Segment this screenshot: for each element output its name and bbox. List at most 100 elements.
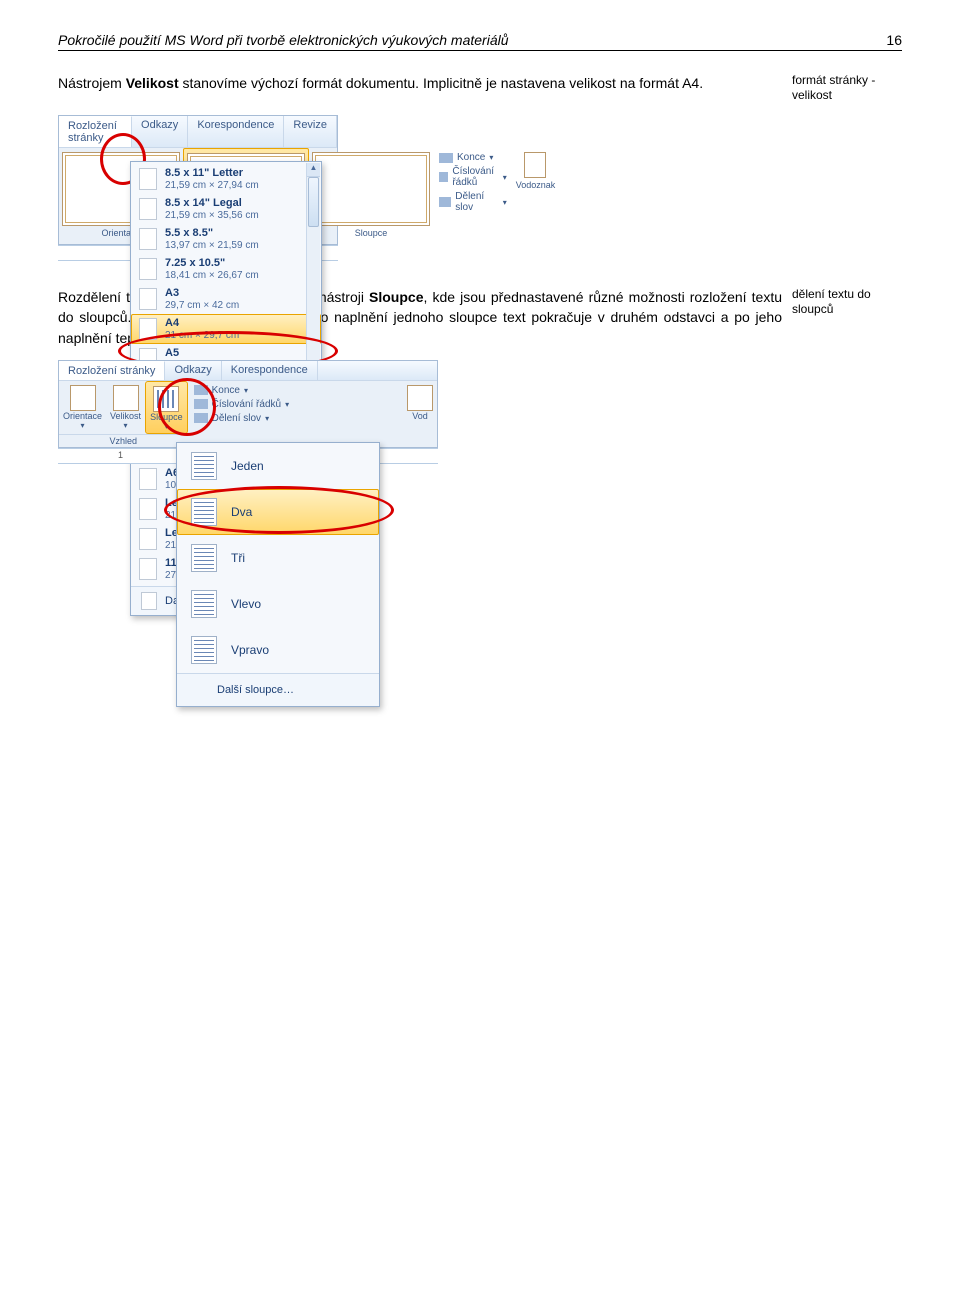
size-item-a3[interactable]: A329,7 cm × 42 cm [131,284,321,314]
size-dim: 21 cm × 29,7 cm [165,330,239,341]
group-vzhled: Vzhled [59,434,188,447]
tab-revize[interactable]: Revize [284,116,337,147]
size-name: 5.5 x 8.5" [165,227,259,239]
columns-label: Sloupce [150,412,183,422]
breaks-icon [194,385,208,395]
btn-cislovani-2[interactable]: Číslování řádků ▾ [194,399,397,410]
breaks-icon [439,153,453,163]
col-more-icon [189,680,207,700]
col-one-label: Jeden [231,459,264,473]
line-numbers-icon [194,399,208,409]
col-three-label: Tři [231,551,245,565]
hyphenation-label: Dělení slov [212,413,261,424]
para1-t1: Nástrojem [58,75,126,91]
tab-korespondence[interactable]: Korespondence [188,116,284,147]
page-number: 16 [886,32,902,48]
col-left-label: Vlevo [231,597,261,611]
btn-konce-2[interactable]: Konce ▾ [194,385,397,396]
col-item-tri[interactable]: Tři [177,535,379,581]
page-icon [139,558,157,580]
tab-korespondence-2[interactable]: Korespondence [222,361,318,380]
hyphenation-label: Dělení slov [455,191,498,213]
screenshot-sloupce: Rozložení stránky Odkazy Korespondence O… [58,360,438,464]
size-dim: 21,59 cm × 35,56 cm [165,210,259,221]
col-two-label: Dva [231,505,252,519]
page-icon [139,258,157,280]
col-left-icon [191,590,217,618]
btn-cislovani[interactable]: Číslování řádků ▾ [439,166,507,188]
page-icon [141,592,157,610]
watermark-icon [407,385,433,411]
watermark-label: Vod [412,411,428,421]
size-name: 7.25 x 10.5" [165,257,259,269]
col-item-vpravo[interactable]: Vpravo [177,627,379,673]
btn-sloupce[interactable]: Sloupce [309,148,433,244]
size-dim: 29,7 cm × 42 cm [165,300,239,311]
scroll-thumb[interactable] [308,177,319,227]
col-item-jeden[interactable]: Jeden [177,443,379,489]
watermark-label: Vodoznak [516,180,556,190]
size-item-legal85x14[interactable]: 8.5 x 14" Legal21,59 cm × 35,56 cm [131,194,321,224]
size-name: 8.5 x 11" Letter [165,167,259,179]
para2-bold: Sloupce [369,289,423,305]
size-item-a4[interactable]: A421 cm × 29,7 cm [131,314,321,344]
margin-note-velikost: formát stránky - velikost [792,73,902,103]
col-item-dva[interactable]: Dva [177,489,379,535]
size-name: A3 [165,287,239,299]
size-item-725x105[interactable]: 7.25 x 10.5"18,41 cm × 26,67 cm [131,254,321,284]
line-numbers-icon [439,172,448,182]
size-item-55x85[interactable]: 5.5 x 8.5"13,97 cm × 21,59 cm [131,224,321,254]
columns-dropdown: Jeden Dva Tři Vlevo Vpravo Další sloupce… [176,442,380,707]
breaks-label: Konce [457,152,485,163]
page-icon [139,318,157,340]
paragraph-velikost: Nástrojem Velikost stanovíme výchozí for… [58,73,902,103]
col-item-vlevo[interactable]: Vlevo [177,581,379,627]
orientation-label: Orientace [63,411,102,421]
size-dim: 13,97 cm × 21,59 cm [165,240,259,251]
page-header: Pokročilé použití MS Word při tvorbě ele… [58,32,902,51]
btn-konce[interactable]: Konce ▾ [439,152,507,163]
size-label: Velikost [110,411,141,421]
size-name: 8.5 x 14" Legal [165,197,259,209]
page-icon [139,528,157,550]
ruler-tick-1: 1 [118,450,123,460]
breaks-label: Konce [212,385,240,396]
size-dim: 21,59 cm × 27,94 cm [165,180,259,191]
col-one-icon [191,452,217,480]
tab-rozlozeni-2[interactable]: Rozložení stránky [59,361,165,380]
btn-deleni[interactable]: Dělení slov ▾ [439,191,507,213]
line-numbers-label: Číslování řádků [452,166,498,188]
columns-label: Sloupce [355,228,388,238]
btn-velikost-2[interactable]: Velikost▾ [106,381,145,434]
page-icon [139,198,157,220]
para1-t2: stanovíme výchozí formát dokumentu. Impl… [179,75,703,91]
btn-vodoznak-2[interactable]: Vod [403,381,437,447]
col-more[interactable]: Další sloupce… [177,673,379,706]
btn-vodoznak[interactable]: Vodoznak [513,148,559,244]
screenshot-velikost: Rozložení stránky Odkazy Korespondence R… [58,115,338,261]
size-icon [113,385,139,411]
btn-sloupce-2[interactable]: Sloupce▾ [145,381,188,434]
col-two-icon [191,498,217,526]
tab-odkazy[interactable]: Odkazy [132,116,188,147]
size-name: A4 [165,317,239,329]
hyphenation-icon [439,197,451,207]
columns-icon [153,386,179,412]
hyphenation-icon [194,413,208,423]
btn-orientace-2[interactable]: Orientace▾ [59,381,106,434]
tab-rozlozeni[interactable]: Rozložení stránky [59,116,132,147]
header-title: Pokročilé použití MS Word při tvorbě ele… [58,32,509,48]
ribbon-page-layout-2: Rozložení stránky Odkazy Korespondence O… [58,360,438,448]
scroll-up-icon[interactable]: ▲ [307,163,320,177]
page-icon [139,168,157,190]
size-item-letter85x11[interactable]: 8.5 x 11" Letter21,59 cm × 27,94 cm [131,164,321,194]
page-icon [139,288,157,310]
btn-deleni-2[interactable]: Dělení slov ▾ [194,413,397,424]
col-more-label: Další sloupce… [217,684,294,696]
line-numbers-label: Číslování řádků [212,399,281,410]
watermark-icon [524,152,546,178]
page-icon [139,498,157,520]
para1-bold: Velikost [126,75,179,91]
tab-odkazy-2[interactable]: Odkazy [165,361,221,380]
col-three-icon [191,544,217,572]
